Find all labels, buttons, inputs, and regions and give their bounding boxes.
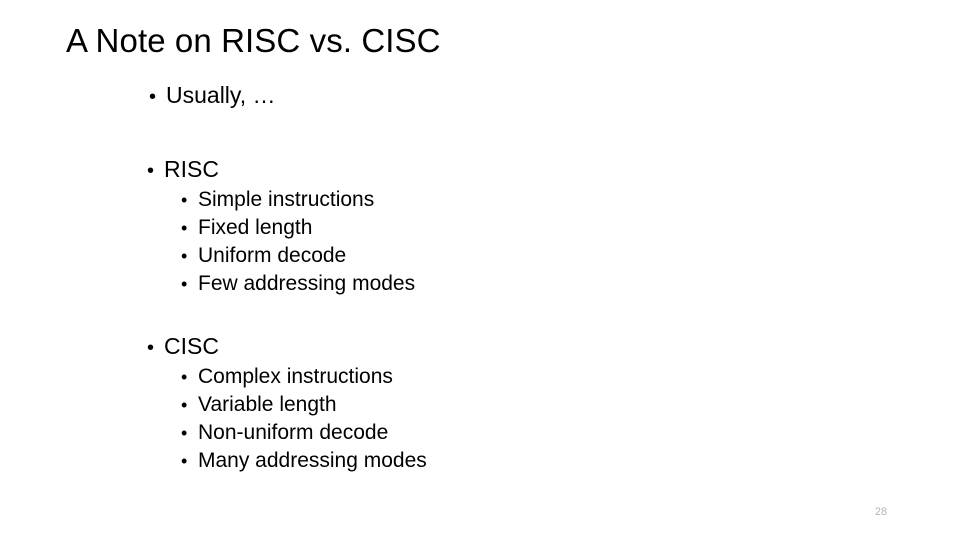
bullet-intro-text: Usually, … bbox=[166, 82, 276, 108]
list-item-label: Simple instructions bbox=[198, 188, 375, 211]
bullet-section-risc: • RISC bbox=[147, 156, 219, 185]
section-heading-cisc: CISC bbox=[164, 333, 219, 359]
bullet-marker-icon: • bbox=[181, 451, 188, 471]
bullet-marker-icon: • bbox=[147, 337, 155, 359]
slide-body: • Usually, … • RISC • Simple instruction… bbox=[0, 0, 960, 540]
bullet-marker-icon: • bbox=[181, 190, 188, 210]
list-item: • Non-uniform decode bbox=[181, 420, 388, 446]
list-item-label: Fixed length bbox=[198, 216, 313, 239]
bullet-marker-icon: • bbox=[147, 160, 155, 182]
list-item: • Variable length bbox=[181, 392, 337, 418]
bullet-marker-icon: • bbox=[149, 86, 157, 108]
list-item-label: Non-uniform decode bbox=[198, 421, 389, 444]
list-item-label: Many addressing modes bbox=[198, 449, 427, 472]
bullet-marker-icon: • bbox=[181, 395, 188, 415]
presentation-slide: A Note on RISC vs. CISC • Usually, … • R… bbox=[0, 0, 960, 540]
bullet-marker-icon: • bbox=[181, 367, 188, 387]
list-item-label: Few addressing modes bbox=[198, 272, 416, 295]
bullet-marker-icon: • bbox=[181, 246, 188, 266]
bullet-section-cisc: • CISC bbox=[147, 333, 219, 362]
list-item: • Complex instructions bbox=[181, 364, 393, 390]
list-item: • Simple instructions bbox=[181, 187, 374, 213]
bullet-marker-icon: • bbox=[181, 218, 188, 238]
list-item: • Few addressing modes bbox=[181, 271, 415, 297]
bullet-marker-icon: • bbox=[181, 274, 188, 294]
list-item: • Uniform decode bbox=[181, 243, 346, 269]
list-item-label: Variable length bbox=[198, 393, 337, 416]
list-item: • Many addressing modes bbox=[181, 448, 427, 474]
section-heading-risc: RISC bbox=[164, 156, 219, 182]
list-item: • Fixed length bbox=[181, 215, 312, 241]
bullet-marker-icon: • bbox=[181, 423, 188, 443]
slide-number: 28 bbox=[874, 506, 888, 518]
bullet-intro: • Usually, … bbox=[149, 82, 276, 111]
list-item-label: Complex instructions bbox=[198, 365, 393, 388]
list-item-label: Uniform decode bbox=[198, 244, 347, 267]
